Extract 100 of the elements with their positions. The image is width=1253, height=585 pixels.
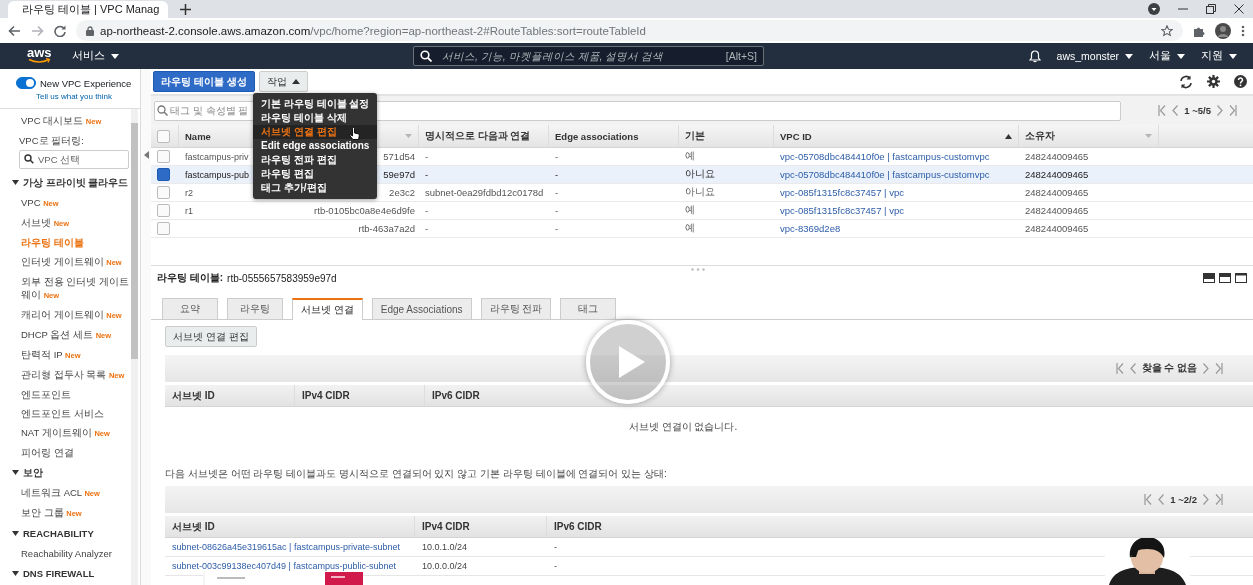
column-header[interactable]: 명시적으로 다음과 연결 <box>425 129 531 143</box>
plus-icon[interactable] <box>180 4 191 15</box>
scrollbar[interactable] <box>131 109 138 585</box>
services-menu[interactable]: 서비스 <box>71 49 119 63</box>
nav-link[interactable]: 엔드포인트 <box>0 385 131 404</box>
checkbox[interactable] <box>157 129 170 143</box>
menu-item[interactable]: 태그 추가/편집 <box>253 181 378 195</box>
help-icon[interactable] <box>1234 75 1247 88</box>
settings-icon[interactable] <box>1207 75 1220 88</box>
reload-icon[interactable] <box>54 24 66 37</box>
column-header[interactable]: IPv4 CIDR <box>422 521 470 532</box>
table-row[interactable]: r1 rtb-0105bc0a8e4e6d9fe - - 예 vpc-085f1315fc8c37457 | vpc 248244009465 <box>151 202 1253 220</box>
vpc-link[interactable]: vpc-085f1315fc8c37457 | vpc <box>780 205 904 216</box>
menu-icon[interactable] <box>1241 24 1245 37</box>
section-title[interactable]: 보안 <box>23 466 43 479</box>
expand-icon[interactable] <box>12 570 19 577</box>
forward-icon[interactable] <box>31 24 44 37</box>
first-page-icon[interactable] <box>1115 363 1124 374</box>
panel-layout-icon[interactable] <box>1219 273 1231 283</box>
refresh-icon[interactable] <box>1179 74 1193 89</box>
tab[interactable]: 요약 <box>162 298 218 319</box>
column-header[interactable]: IPv6 CIDR <box>554 521 602 532</box>
support-menu[interactable]: 지원 <box>1201 49 1237 63</box>
search-field[interactable]: 서비스, 기능, 마켓플레이스 제품, 설명서 검색 [Alt+S] <box>413 46 764 66</box>
logo-text[interactable]: aws <box>27 48 52 58</box>
nav-link[interactable]: 엔드포인트 서비스 <box>0 404 131 423</box>
column-header[interactable]: IPv4 CIDR <box>302 390 350 401</box>
toggle-switch[interactable] <box>16 77 36 89</box>
section-title[interactable]: DNS FIREWALL <box>23 567 95 580</box>
subnet-link[interactable]: subnet-003c99138ec407d49 | fastcampus-public-subnet <box>172 561 396 571</box>
browser-tab[interactable]: 라우팅 테이블 | VPC Manag <box>8 1 168 18</box>
vpc-link[interactable]: vpc-8369d2e8 <box>780 223 841 234</box>
nav-link[interactable]: Reachability Analyzer <box>0 544 131 563</box>
tab[interactable]: 서브넷 연결 <box>292 298 363 320</box>
actions-button[interactable]: 작업 <box>258 71 308 92</box>
region-menu[interactable]: 서울 <box>1149 49 1185 63</box>
previous-icon[interactable] <box>1129 363 1136 374</box>
next-icon[interactable] <box>1203 494 1209 505</box>
subnet-link[interactable]: subnet-08626a45e319615ac | fastcampus-private-subnet <box>172 542 400 552</box>
expand-icon[interactable] <box>12 179 19 186</box>
vpc-link[interactable]: vpc-085f1315fc8c37457 | vpc <box>780 187 904 198</box>
splitter-icon[interactable] <box>691 268 705 271</box>
previous-icon[interactable] <box>1158 494 1165 505</box>
column-header[interactable]: VPC ID <box>780 130 812 142</box>
vpc-link[interactable]: vpc-05708dbc484410f0e | fastcampus-customvpc <box>780 169 990 180</box>
tab[interactable]: Edge Associations <box>371 298 472 319</box>
column-header[interactable]: 소유자 <box>1025 129 1055 143</box>
checkbox[interactable] <box>157 150 170 163</box>
bell-icon[interactable] <box>1028 49 1041 63</box>
feedback-link[interactable]: Tell us what you think <box>36 92 113 101</box>
expand-icon[interactable] <box>12 469 19 476</box>
checkbox[interactable] <box>157 204 170 217</box>
first-page-icon[interactable] <box>1158 105 1167 116</box>
next-icon[interactable] <box>1203 363 1209 374</box>
avatar-icon[interactable] <box>1215 22 1231 39</box>
vpc-select-field[interactable]: VPC 선택 <box>19 150 129 169</box>
last-page-icon[interactable] <box>1215 363 1223 374</box>
section-title[interactable]: 가상 프라이빗 클라우드 <box>23 176 129 189</box>
expand-icon[interactable] <box>12 530 19 537</box>
checkbox[interactable] <box>157 186 170 199</box>
collapse-icon[interactable] <box>143 151 149 159</box>
menu-item[interactable]: 라우팅 편집 <box>253 167 378 181</box>
address-field[interactable]: ap-northeast-2.console.aws.amazon.com/vpc/home?region=ap-northeast-2#RouteTables:sort=routeTableId <box>76 20 1183 41</box>
star-icon[interactable] <box>1161 24 1173 37</box>
section-title[interactable]: REACHABILITY <box>23 527 94 540</box>
sort-icon[interactable] <box>1005 133 1012 139</box>
account-menu[interactable]: aws_monster <box>1056 50 1133 62</box>
menu-item[interactable]: 기본 라우팅 테이블 설정 <box>253 97 378 111</box>
first-page-icon[interactable] <box>1144 494 1153 505</box>
table-row[interactable]: rtb-463a7a2d - - 예 vpc-8369d2e8 248244009465 <box>151 220 1253 238</box>
column-header[interactable]: Edge associations <box>555 130 639 142</box>
edit-button[interactable]: 서브넷 연결 편집 <box>165 326 257 347</box>
caret-icon <box>1177 53 1185 59</box>
search-input[interactable]: 서비스, 기능, 마켓플레이스 제품, 설명서 검색 <box>440 49 718 63</box>
dropdown-icon[interactable] <box>1148 3 1160 15</box>
column-header[interactable]: 서브넷 ID <box>172 519 215 534</box>
menu-item[interactable]: 서브넷 연결 편집 <box>253 125 378 139</box>
previous-icon[interactable] <box>1172 105 1179 116</box>
last-page-icon[interactable] <box>1215 494 1223 505</box>
tab[interactable]: 라우팅 전파 <box>480 298 552 319</box>
column-header[interactable]: 기본 <box>685 129 705 143</box>
restore-icon[interactable] <box>1206 4 1216 14</box>
panel-layout-icon[interactable] <box>1235 273 1247 283</box>
column-header[interactable]: Name <box>185 130 211 142</box>
checkbox[interactable] <box>157 168 170 181</box>
column-header[interactable]: IPv6 CIDR <box>432 390 480 401</box>
tab[interactable]: 라우팅 <box>227 298 283 319</box>
tab[interactable]: 태그 <box>560 298 617 319</box>
vpc-link[interactable]: vpc-05708dbc484410f0e | fastcampus-customvpc <box>780 151 990 162</box>
close-icon[interactable] <box>1234 4 1244 14</box>
back-icon[interactable] <box>8 24 21 37</box>
menu-item[interactable]: 라우팅 전파 편집 <box>253 153 378 167</box>
checkbox[interactable] <box>157 222 170 235</box>
nav-link[interactable]: 피어링 연결 <box>0 443 131 462</box>
create-button[interactable]: 라우팅 테이블 생성 <box>153 71 255 92</box>
next-icon[interactable] <box>1217 105 1223 116</box>
panel-layout-icon[interactable] <box>1203 273 1215 283</box>
table-cell: 예 <box>685 204 695 217</box>
last-page-icon[interactable] <box>1229 105 1237 116</box>
column-header[interactable]: 서브넷 ID <box>172 388 215 403</box>
